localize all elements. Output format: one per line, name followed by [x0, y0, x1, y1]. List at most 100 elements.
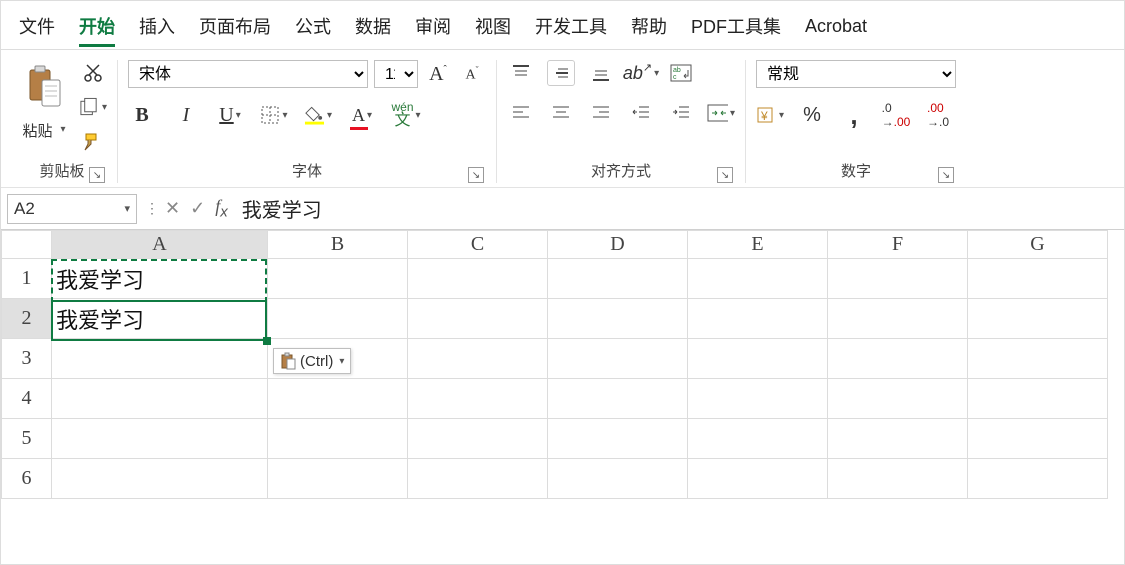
tab-developer[interactable]: 开发工具 [535, 11, 607, 41]
font-dialog-launcher[interactable]: ↘ [468, 167, 484, 183]
borders-button[interactable]: ▾ [260, 102, 288, 128]
phonetic-guide-button[interactable]: wén文▾ [392, 102, 420, 128]
row-header-4[interactable]: 4 [2, 379, 52, 419]
fill-color-button[interactable]: ▾ [304, 102, 332, 128]
cell-E6[interactable] [688, 459, 828, 499]
tab-file[interactable]: 文件 [19, 11, 55, 41]
align-center-button[interactable] [547, 100, 575, 126]
column-header-A[interactable]: A [52, 231, 268, 259]
font-color-button[interactable]: A▾ [348, 102, 376, 128]
decrease-indent-button[interactable] [627, 100, 655, 126]
align-top-button[interactable] [507, 60, 535, 86]
increase-font-button[interactable]: Aˆ [424, 61, 452, 87]
cell-D5[interactable] [548, 419, 688, 459]
column-header-C[interactable]: C [408, 231, 548, 259]
cell-C4[interactable] [408, 379, 548, 419]
font-size-select[interactable]: 11 [374, 60, 418, 88]
cell-B4[interactable] [268, 379, 408, 419]
cell-G3[interactable] [968, 339, 1108, 379]
cell-D3[interactable] [548, 339, 688, 379]
align-middle-button[interactable] [547, 60, 575, 86]
decrease-font-button[interactable]: Aˇ [458, 61, 486, 87]
format-painter-button[interactable] [79, 128, 107, 154]
cell-D4[interactable] [548, 379, 688, 419]
cell-A3[interactable] [52, 339, 268, 379]
cell-E3[interactable] [688, 339, 828, 379]
cell-A1[interactable]: 我爱学习 [52, 259, 268, 299]
row-header-5[interactable]: 5 [2, 419, 52, 459]
cell-E1[interactable] [688, 259, 828, 299]
font-name-select[interactable]: 宋体 [128, 60, 368, 88]
cell-A6[interactable] [52, 459, 268, 499]
insert-function-button[interactable]: fx [215, 196, 228, 221]
cell-C2[interactable] [408, 299, 548, 339]
tab-help[interactable]: 帮助 [631, 11, 667, 41]
percent-format-button[interactable]: % [798, 102, 826, 128]
cell-C6[interactable] [408, 459, 548, 499]
merge-cells-button[interactable]: ▾ [707, 100, 735, 126]
cell-G4[interactable] [968, 379, 1108, 419]
cell-B6[interactable] [268, 459, 408, 499]
cell-G5[interactable] [968, 419, 1108, 459]
tab-data[interactable]: 数据 [355, 11, 391, 41]
copy-button[interactable]: ▾ [79, 94, 107, 120]
tab-pdf-tools[interactable]: PDF工具集 [691, 11, 781, 41]
cell-D2[interactable] [548, 299, 688, 339]
align-bottom-button[interactable] [587, 60, 615, 86]
row-header-6[interactable]: 6 [2, 459, 52, 499]
cell-D6[interactable] [548, 459, 688, 499]
cell-F6[interactable] [828, 459, 968, 499]
tab-review[interactable]: 审阅 [415, 11, 451, 41]
cell-C3[interactable] [408, 339, 548, 379]
row-header-3[interactable]: 3 [2, 339, 52, 379]
tab-view[interactable]: 视图 [475, 11, 511, 41]
comma-format-button[interactable]: , [840, 102, 868, 128]
cell-A2[interactable]: 我爱学习 [52, 299, 268, 339]
row-header-2[interactable]: 2 [2, 299, 52, 339]
cell-B5[interactable] [268, 419, 408, 459]
select-all-corner[interactable] [2, 231, 52, 259]
cell-G2[interactable] [968, 299, 1108, 339]
number-dialog-launcher[interactable]: ↘ [938, 167, 954, 183]
decrease-decimal-button[interactable]: .00→.0 [924, 102, 952, 128]
cell-G1[interactable] [968, 259, 1108, 299]
cell-B2[interactable] [268, 299, 408, 339]
cell-A4[interactable] [52, 379, 268, 419]
number-format-select[interactable]: 常规 [756, 60, 956, 88]
accounting-format-button[interactable]: ¥▾ [756, 102, 784, 128]
tab-page-layout[interactable]: 页面布局 [199, 11, 271, 41]
cell-A5[interactable] [52, 419, 268, 459]
cell-E5[interactable] [688, 419, 828, 459]
tab-formulas[interactable]: 公式 [295, 11, 331, 41]
formula-input[interactable]: 我爱学习 [236, 194, 322, 223]
tab-acrobat[interactable]: Acrobat [805, 14, 867, 39]
clipboard-dialog-launcher[interactable]: ↘ [89, 167, 105, 183]
confirm-edit-button[interactable]: ✓ [190, 198, 205, 219]
column-header-D[interactable]: D [548, 231, 688, 259]
column-header-E[interactable]: E [688, 231, 828, 259]
cell-E4[interactable] [688, 379, 828, 419]
column-header-G[interactable]: G [968, 231, 1108, 259]
orientation-button[interactable]: ab↗▾ [627, 60, 655, 86]
cell-D1[interactable] [548, 259, 688, 299]
cell-F4[interactable] [828, 379, 968, 419]
tab-insert[interactable]: 插入 [139, 11, 175, 41]
cell-G6[interactable] [968, 459, 1108, 499]
italic-button[interactable]: I [172, 102, 200, 128]
name-box[interactable]: A2 ▾ [7, 194, 137, 224]
row-header-1[interactable]: 1 [2, 259, 52, 299]
cell-grid[interactable]: A B C D E F G 1我爱学习 2我爱学习 3 4 5 6 [1, 230, 1108, 499]
cancel-edit-button[interactable]: ✕ [165, 198, 180, 219]
cell-C1[interactable] [408, 259, 548, 299]
column-header-B[interactable]: B [268, 231, 408, 259]
cell-B1[interactable] [268, 259, 408, 299]
cell-F1[interactable] [828, 259, 968, 299]
alignment-dialog-launcher[interactable]: ↘ [717, 167, 733, 183]
align-left-button[interactable] [507, 100, 535, 126]
cell-F3[interactable] [828, 339, 968, 379]
wrap-text-button[interactable]: abc [667, 60, 695, 86]
increase-decimal-button[interactable]: .0→.00 [882, 102, 910, 128]
cell-E2[interactable] [688, 299, 828, 339]
increase-indent-button[interactable] [667, 100, 695, 126]
cell-C5[interactable] [408, 419, 548, 459]
